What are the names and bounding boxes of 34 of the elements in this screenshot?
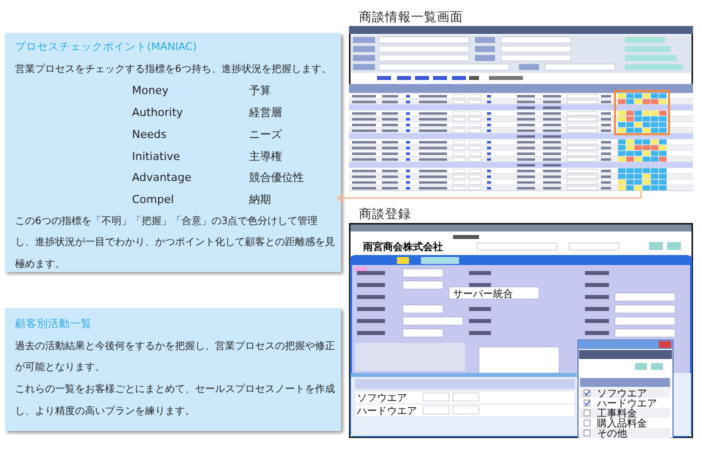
term-english: Initiative [132,148,182,165]
category-label: 工事料金 [597,408,637,420]
product-name: ハードウエア [357,406,417,417]
term-english: Advantage [132,170,192,186]
checkbox[interactable] [584,400,590,406]
checkbox[interactable] [584,430,590,436]
card-text: 営業プロセスをチェックする指標を6つ持ち、進捗状況を把握します。 [15,62,332,77]
term-english: Compel [132,192,175,208]
term-english: Authority [132,105,184,122]
screen-caption: 商談登録 [359,205,411,223]
category-label: ハードウエア [597,398,657,410]
card-title: 顧客別活動一覧 [15,317,92,332]
term-english: Money [132,83,170,100]
card-text: この6つの指標を「不明」「把握」「合意」の3点で色分けして管理し、進捗状況が一目でわかり、かつポイント化して顧客との距離感を見極めます。 [15,214,335,272]
term-english: Needs [132,126,168,143]
product-name: ソフウエア [357,393,407,404]
card-title: プロセスチェックポイント(MANIAC) [15,40,197,55]
checkbox[interactable] [584,420,590,426]
company-name: 雨宮商会株式会社 [363,242,443,253]
term-japanese: 予算 [249,83,272,100]
screen-caption: 商談情報一覧画面 [359,8,463,26]
term-japanese: 経営層 [249,105,283,122]
checkbox[interactable] [584,410,590,416]
term-japanese: ニーズ [249,126,283,143]
card-text: 過去の活動結果と今後何をするかを把握し、営業プロセスの把握や修正が可能となります。 [15,340,335,376]
category-label: 購入品料金 [597,418,647,430]
category-label: その他 [597,428,627,438]
checkbox[interactable] [584,390,590,396]
subject-value: サーバー統合 [453,289,513,300]
category-label: ソフウエア [597,388,647,400]
term-japanese: 競合優位性 [249,170,305,186]
card-text: これらの一覧をお客様ごとにまとめて、セールスプロセスノートを作成し、より精度の高いプランを練ります。 [15,382,335,419]
term-japanese: 主導権 [249,148,283,165]
term-japanese: 納期 [249,192,272,208]
